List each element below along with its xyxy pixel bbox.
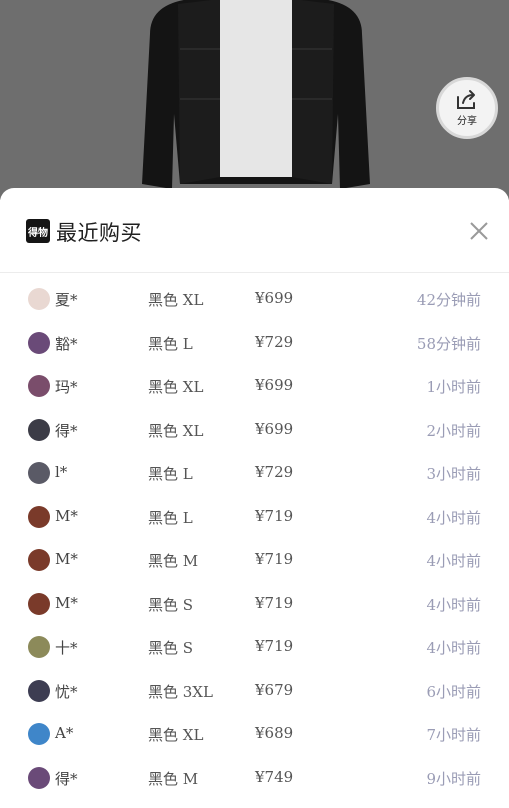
product-spec: 黑色 XL <box>148 421 204 440</box>
avatar <box>28 418 50 441</box>
purchase-row: M* 黑色 L ¥719 4小时前 <box>0 497 509 537</box>
product-spec: 黑色 M <box>148 769 199 788</box>
sheet-title: 最近购买 <box>56 221 142 245</box>
avatar <box>28 375 50 397</box>
product-spec: 黑色 XL <box>148 726 204 744</box>
purchase-row: 十* 黑色 S ¥719 4小时前 <box>0 627 509 667</box>
buyer-name: M* <box>55 593 78 612</box>
sheet-header: 得物 最近购买 <box>0 188 509 273</box>
price: ¥719 <box>255 550 294 568</box>
buyer-name: 豁* <box>55 334 78 353</box>
share-label: 分享 <box>457 116 477 127</box>
buyer-name: M* <box>55 550 78 568</box>
price: ¥719 <box>255 506 294 525</box>
purchase-row: l* 黑色 L ¥729 3小时前 <box>0 453 509 493</box>
price: ¥699 <box>255 289 294 307</box>
purchase-time: 2小时前 <box>426 421 481 440</box>
product-spec: 黑色 L <box>148 334 193 353</box>
product-spec: 黑色 L <box>148 465 193 483</box>
price: ¥679 <box>255 680 294 699</box>
purchase-time: 42分钟前 <box>416 291 481 309</box>
purchase-time: 4小时前 <box>426 552 481 570</box>
product-spec: 黑色 3XL <box>148 682 213 701</box>
avatar <box>28 288 50 310</box>
avatar <box>28 592 50 615</box>
share-icon <box>457 90 475 109</box>
purchase-time: 9小时前 <box>426 769 481 788</box>
price: ¥719 <box>255 637 294 655</box>
price: ¥699 <box>255 419 294 438</box>
avatar <box>28 766 50 789</box>
product-spec: 黑色 XL <box>148 291 204 309</box>
price: ¥749 <box>255 767 294 786</box>
avatar <box>28 549 50 571</box>
recent-purchases-sheet: 得物 最近购买 夏* 黑色 XL ¥699 42分钟前豁* 黑色 L ¥729 58分钟前玛… <box>0 188 509 808</box>
purchase-time: 3小时前 <box>426 465 481 483</box>
share-button[interactable]: 分享 <box>436 77 498 139</box>
product-spec: 黑色 L <box>148 508 193 527</box>
purchase-row: 玛* 黑色 XL ¥699 1小时前 <box>0 366 509 406</box>
purchase-time: 4小时前 <box>426 508 481 527</box>
avatar <box>28 723 50 745</box>
product-spec: 黑色 S <box>148 595 194 614</box>
purchase-row: 得* 黑色 M ¥749 9小时前 <box>0 758 509 798</box>
product-spec: 黑色 S <box>148 639 194 657</box>
price: ¥689 <box>255 724 294 742</box>
price: ¥729 <box>255 463 294 481</box>
price: ¥699 <box>255 376 294 394</box>
dewu-logo: 得物 <box>26 219 50 243</box>
price: ¥719 <box>255 593 294 612</box>
buyer-name: 忧* <box>55 682 78 701</box>
product-image-backdrop: 分享 <box>0 0 509 200</box>
buyer-name: 玛* <box>55 378 78 396</box>
purchase-row: M* 黑色 M ¥719 4小时前 <box>0 540 509 580</box>
purchase-time: 7小时前 <box>426 726 481 744</box>
purchase-time: 58分钟前 <box>416 334 481 353</box>
purchase-row: 豁* 黑色 L ¥729 58分钟前 <box>0 323 509 363</box>
avatar <box>28 462 50 484</box>
product-spec: 黑色 M <box>148 552 199 570</box>
buyer-name: 十* <box>55 639 78 657</box>
purchase-row: M* 黑色 S ¥719 4小时前 <box>0 584 509 624</box>
product-spec: 黑色 XL <box>148 378 204 396</box>
price: ¥729 <box>255 332 294 351</box>
avatar <box>28 679 50 702</box>
purchase-row: A* 黑色 XL ¥689 7小时前 <box>0 714 509 754</box>
avatar <box>28 636 50 658</box>
product-jacket-image <box>142 0 370 189</box>
buyer-name: 得* <box>55 421 78 440</box>
purchase-time: 4小时前 <box>426 639 481 657</box>
buyer-name: M* <box>55 506 78 525</box>
avatar <box>28 505 50 528</box>
purchase-time: 6小时前 <box>426 682 481 701</box>
buyer-name: A* <box>55 724 74 742</box>
purchase-row: 得* 黑色 XL ¥699 2小时前 <box>0 410 509 450</box>
buyer-name: 夏* <box>55 291 78 309</box>
purchase-row: 夏* 黑色 XL ¥699 42分钟前 <box>0 279 509 319</box>
purchase-time: 4小时前 <box>426 595 481 614</box>
avatar <box>28 331 50 354</box>
purchase-time: 1小时前 <box>426 378 481 396</box>
purchase-row: 忧* 黑色 3XL ¥679 6小时前 <box>0 671 509 711</box>
buyer-name: 得* <box>55 769 78 788</box>
buyer-name: l* <box>55 463 68 481</box>
close-icon[interactable] <box>468 220 490 242</box>
